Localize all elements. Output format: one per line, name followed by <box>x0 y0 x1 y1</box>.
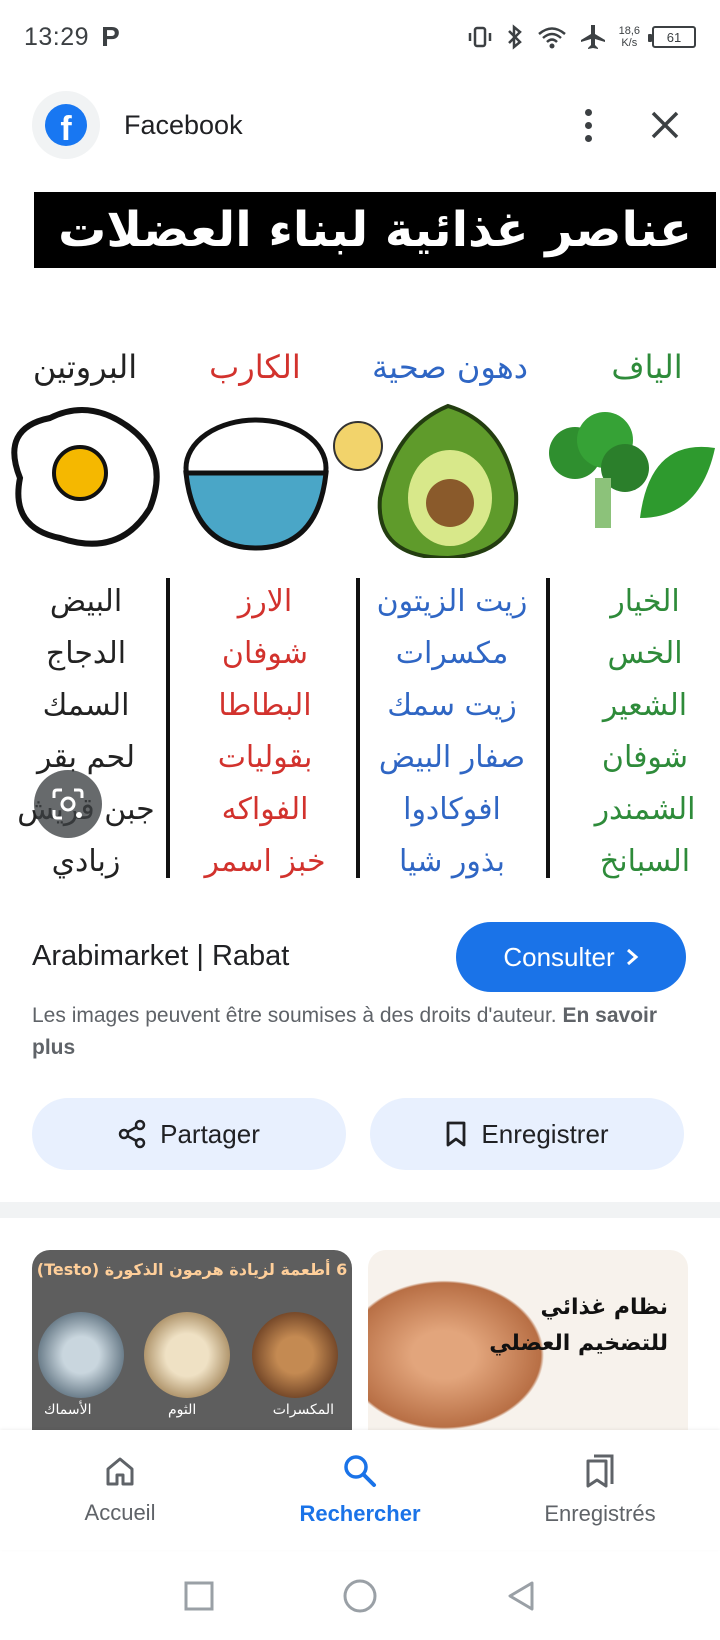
close-icon[interactable] <box>650 110 680 140</box>
system-navigation <box>0 1552 720 1640</box>
status-icons: 18,6 K/s 61 <box>467 23 696 51</box>
visit-button-label: Consulter <box>503 941 615 972</box>
related-image-title: نظام غذائي للتضخيم العضلي <box>489 1290 668 1362</box>
nav-home-label: Accueil <box>84 1500 156 1525</box>
home-circle-icon[interactable] <box>341 1577 379 1615</box>
image-item: خبز اسمر <box>204 844 326 879</box>
nav-home[interactable]: Accueil <box>0 1430 240 1550</box>
image-item: افوكادوا <box>403 792 501 827</box>
net-speed: 18,6 K/s <box>619 25 640 49</box>
related-title-line: للتضخيم العضلي <box>489 1331 668 1356</box>
image-divider <box>166 578 170 878</box>
image-item: الخيار <box>610 584 680 619</box>
result-source-title[interactable]: Arabimarket | Rabat <box>32 940 289 973</box>
more-vert-icon[interactable] <box>585 108 592 142</box>
nav-saved-label: Enregistrés <box>544 1501 656 1526</box>
image-list-protein: البيض الدجاج السمك لحم بقر جبن قريش زباد… <box>6 576 166 888</box>
image-divider <box>546 578 550 878</box>
food-illustrations <box>11 403 715 558</box>
net-speed-unit: K/s <box>621 37 638 49</box>
related-image-label: الثوم <box>168 1402 197 1418</box>
google-image-viewer: 13:29 P 18,6 K/s 61 f Facebook عناصر غذا… <box>0 0 720 1640</box>
related-image-card[interactable]: 6 أطعمة لزيادة هرمون الذكورة (Testo) الم… <box>32 1250 352 1430</box>
image-list-carbs: الارز شوفان البطاطا بقوليات الفواكه خبز … <box>180 576 350 888</box>
nav-search-label: Rechercher <box>299 1501 421 1526</box>
image-item: زيت سمك <box>387 688 517 723</box>
back-icon[interactable] <box>504 1579 538 1613</box>
image-item: شوفان <box>221 636 309 671</box>
share-icon <box>118 1119 146 1149</box>
bluetooth-icon <box>507 24 522 50</box>
image-item: الفواكه <box>221 792 309 827</box>
image-item: البطاطا <box>218 688 312 723</box>
visit-button[interactable]: Consulter <box>456 922 686 992</box>
image-heading-protein: البروتين <box>32 348 138 386</box>
image-heading-carbs: الكارب <box>209 348 301 386</box>
image-item: الخس <box>607 636 683 671</box>
garlic-thumbnail <box>144 1312 230 1398</box>
source-favicon: f <box>32 91 100 159</box>
share-button[interactable]: Partager <box>32 1098 346 1170</box>
bottom-navigation: Accueil Rechercher Enregistrés <box>0 1430 720 1550</box>
section-divider <box>0 1202 720 1218</box>
status-bar: 13:29 P 18,6 K/s 61 <box>0 0 720 74</box>
chevron-right-icon <box>626 948 638 966</box>
home-icon <box>106 1457 134 1486</box>
image-item: شوفان <box>601 740 689 775</box>
bookmark-icon <box>447 1121 466 1147</box>
image-list-fats: زيت الزيتون مكسرات زيت سمك صفار البيض اف… <box>362 576 542 888</box>
status-time: 13:29 <box>24 22 90 51</box>
image-item: بذور شيا <box>399 844 505 879</box>
image-item: الشعير <box>602 688 688 723</box>
related-image-label: المكسرات <box>272 1402 334 1418</box>
recent-apps-icon[interactable] <box>182 1579 216 1613</box>
image-heading-fiber: الياف <box>611 348 683 386</box>
image-item: زبادي <box>51 844 121 879</box>
image-list-fiber: الخيار الخس الشعير شوفان الشمندر السبانخ <box>570 576 720 888</box>
wifi-icon <box>537 27 566 49</box>
search-icon <box>344 1455 376 1487</box>
image-banner: عناصر غذائية لبناء العضلات <box>34 192 716 268</box>
copyright-notice: Les images peuvent être soumises à des d… <box>32 1000 682 1064</box>
source-name: Facebook <box>124 109 243 140</box>
related-image-label: الأسماك <box>44 1402 92 1418</box>
nuts-thumbnail <box>252 1312 338 1398</box>
copyright-text: Les images peuvent être soumises à des d… <box>32 1004 557 1027</box>
save-label: Enregistrer <box>481 1118 609 1149</box>
image-heading-fats: دهون صحية <box>372 348 528 386</box>
image-item: السبانخ <box>599 844 691 879</box>
lens-button[interactable] <box>34 770 102 838</box>
image-item: الشمندر <box>594 792 696 827</box>
vibrate-icon <box>468 26 491 48</box>
lens-icon <box>52 788 84 820</box>
facebook-logo-icon: f <box>45 104 87 146</box>
share-label: Partager <box>160 1118 260 1149</box>
image-item: الدجاج <box>45 636 127 671</box>
related-title-line: نظام غذائي <box>540 1295 668 1320</box>
carrier-icon: P <box>101 21 120 52</box>
saved-icon <box>586 1454 614 1488</box>
save-button[interactable]: Enregistrer <box>370 1098 684 1170</box>
net-speed-value: 18,6 <box>618 25 640 37</box>
nav-search[interactable]: Rechercher <box>240 1430 480 1550</box>
related-image-title: 6 أطعمة لزيادة هرمون الذكورة (Testo) <box>36 1260 348 1279</box>
header-actions <box>585 108 688 142</box>
image-item: زيت الزيتون <box>376 584 528 619</box>
preview-image[interactable]: عناصر غذائية لبناء العضلات الياف دهون صح… <box>0 178 720 900</box>
fish-thumbnail <box>38 1312 124 1398</box>
battery-level: 61 <box>666 29 682 45</box>
airplane-icon <box>580 25 605 49</box>
nav-saved[interactable]: Enregistrés <box>480 1430 720 1550</box>
image-item: بقوليات <box>217 740 313 775</box>
image-item: السمك <box>42 688 130 723</box>
image-item: الارز <box>237 584 293 619</box>
image-item: صفار البيض <box>378 740 526 775</box>
source-header: f Facebook <box>0 90 720 160</box>
image-item: البيض <box>49 584 123 619</box>
battery-icon: 61 <box>648 26 696 48</box>
image-item: مكسرات <box>395 636 509 671</box>
image-divider <box>356 578 360 878</box>
related-image-card[interactable]: نظام غذائي للتضخيم العضلي <box>368 1250 688 1430</box>
